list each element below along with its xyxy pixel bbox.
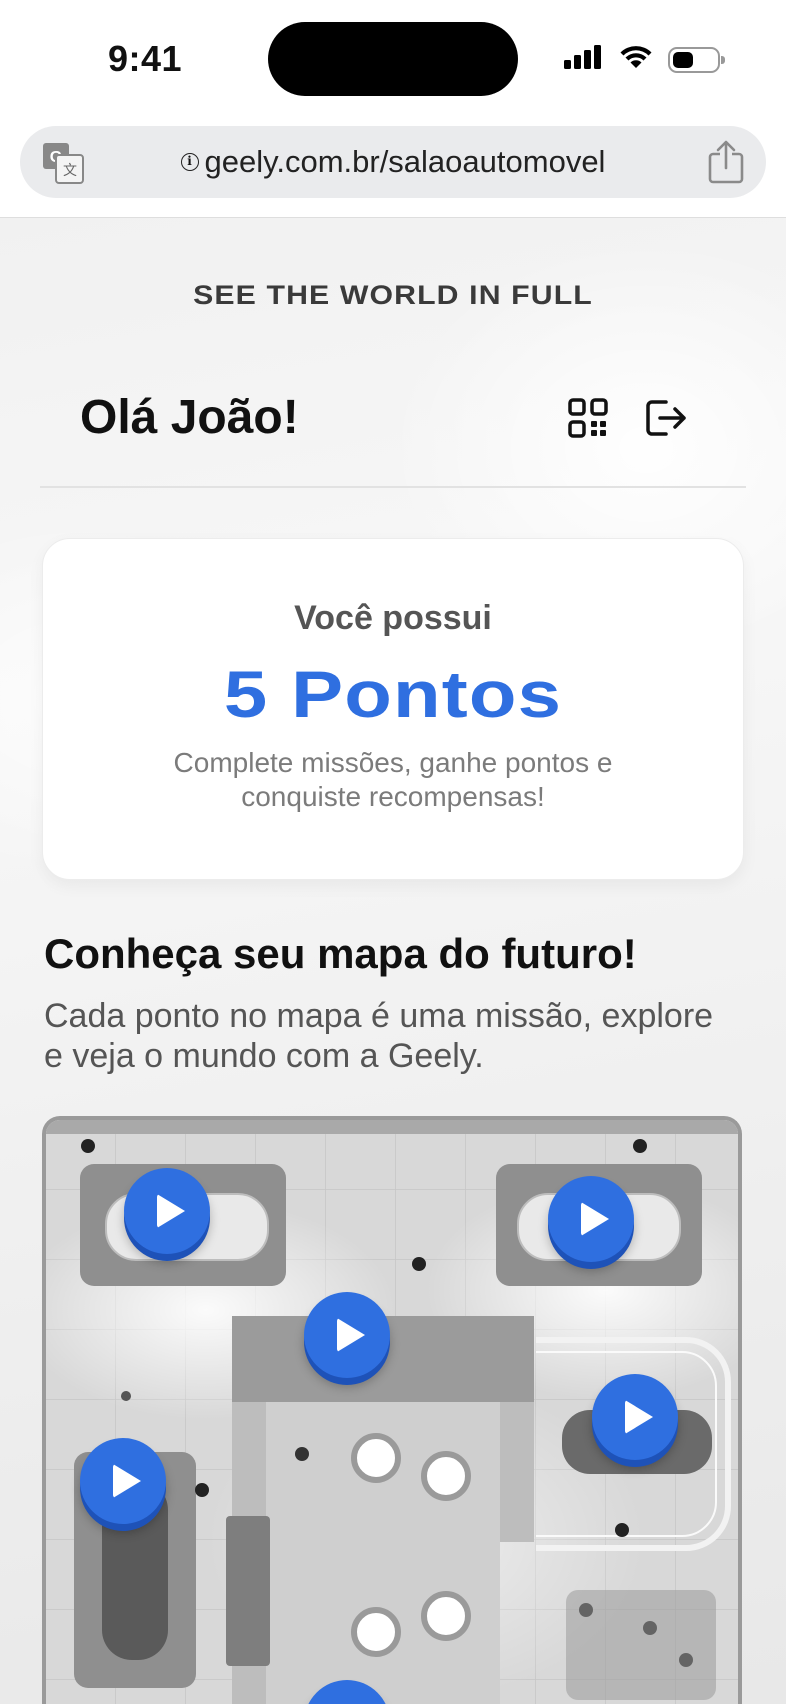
points-label: Você possui [294, 599, 492, 637]
share-icon[interactable] [708, 140, 744, 189]
showroom-map [42, 1116, 742, 1704]
map-section-description: Cada ponto no mapa é uma missão, explore… [44, 997, 751, 1075]
status-time: 9:41 [108, 38, 183, 79]
dynamic-island [268, 22, 518, 96]
play-icon [336, 1318, 365, 1352]
cellular-signal-icon [564, 45, 604, 74]
points-card: Você possui 5 Pontos Complete missões, g… [42, 538, 744, 880]
url-text[interactable]: geely.com.br/salaoautomovel [205, 144, 606, 180]
browser-toolbar: G 文 i geely.com.br/salaoautomovel [0, 118, 786, 218]
mission-play-button[interactable] [304, 1292, 390, 1378]
play-icon [156, 1194, 185, 1228]
play-icon [580, 1202, 609, 1236]
logout-icon[interactable] [644, 398, 688, 443]
mission-play-button[interactable] [124, 1168, 210, 1254]
battery-icon [668, 46, 725, 73]
play-icon [112, 1464, 141, 1498]
map-section-title: Conheça seu mapa do futuro! [44, 930, 637, 977]
qr-code-icon[interactable] [568, 398, 608, 443]
points-value: 5 Pontos [223, 657, 563, 731]
wifi-icon [618, 44, 654, 75]
mission-play-button[interactable] [592, 1374, 678, 1460]
site-info-icon[interactable]: i [180, 153, 199, 171]
address-bar[interactable]: G 文 i geely.com.br/salaoautomovel [20, 126, 766, 198]
mission-play-button[interactable] [548, 1176, 634, 1262]
page-content: SEE THE WORLD IN FULL Olá João! Você pos… [0, 218, 786, 1704]
points-description: Complete missões, ganhe pontos e conquis… [173, 747, 613, 812]
status-indicators [564, 44, 725, 75]
play-icon [624, 1400, 653, 1434]
header-row: Olá João! [80, 378, 700, 458]
mission-play-button[interactable] [80, 1438, 166, 1524]
status-bar: 9:41 [0, 0, 786, 118]
brand-tagline: SEE THE WORLD IN FULL [193, 280, 593, 310]
divider [40, 486, 746, 488]
